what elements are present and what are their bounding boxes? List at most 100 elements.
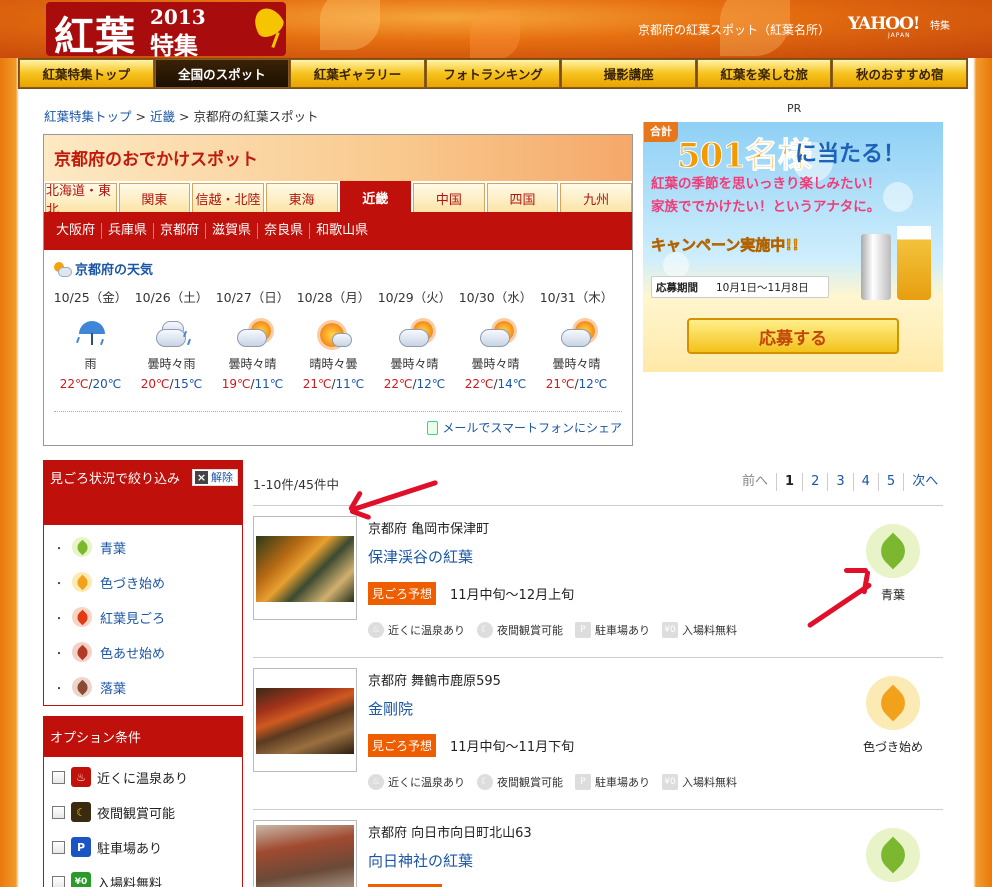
spot-thumbnail[interactable] [253, 668, 357, 772]
pager-page-4[interactable]: 4 [852, 473, 878, 491]
spot-name-link[interactable]: 保津渓谷の紅葉 [368, 546, 473, 567]
nav-item-photo-ranking[interactable]: フォトランキング [425, 59, 561, 88]
forecast-tag: 見ごろ予想 [368, 582, 437, 605]
result-item: 京都府 舞鶴市鹿原595 金剛院 見ごろ予想 11月中旬～11月下旬 ♨ 近くに温… [253, 658, 943, 810]
pref-link-kyoto[interactable]: 京都府 [154, 223, 207, 239]
cloudy-sunny-icon [557, 317, 597, 351]
nav-item-inn[interactable]: 秋のおすすめ宿 [832, 59, 968, 88]
parking-icon: P [575, 774, 591, 790]
close-icon: × [195, 471, 208, 484]
spot-thumbnail[interactable] [253, 820, 357, 887]
tab-chugoku[interactable]: 中国 [413, 183, 485, 213]
filter-item-rakuyo[interactable]: ・ 落葉 [54, 677, 126, 697]
pref-link-nara[interactable]: 奈良県 [258, 223, 311, 239]
filter-item-iroase[interactable]: ・ 色あせ始め [54, 642, 165, 662]
forecast-text: 雨 [84, 357, 97, 371]
night-checkbox[interactable] [52, 805, 65, 819]
pr-period-value: 10月1日～11月8日 [716, 282, 809, 294]
onsen-checkbox[interactable] [52, 770, 65, 784]
prefecture-links: 大阪府 兵庫県 京都府 滋賀県 奈良県 和歌山県 [44, 212, 632, 250]
tab-shinetsu-hokuriku[interactable]: 信越・北陸 [192, 183, 264, 213]
pr-banner[interactable]: 合計 501名様 に当たる！ 紅葉の季節を思いっきり楽しみたい！ 家族ででかけた… [643, 122, 943, 372]
tab-shikoku[interactable]: 四国 [486, 183, 559, 213]
breadcrumb-kinki-link[interactable]: 近畿 [150, 109, 175, 124]
logo-sub-text: 特集 [150, 31, 198, 58]
forecast-date: 10/29（火） [377, 290, 452, 305]
filter-label[interactable]: 色づき始め [100, 573, 165, 592]
option-night[interactable]: ☾ 夜間観賞可能 [52, 802, 175, 822]
tab-hokkaido-tohoku[interactable]: 北海道・東北 [45, 183, 117, 218]
spot-thumbnail[interactable] [253, 516, 357, 620]
parking-icon: P [575, 622, 591, 638]
free-checkbox[interactable] [52, 875, 65, 887]
nav-item-top[interactable]: 紅葉特集トップ [19, 59, 154, 88]
forecast-text: 曇時々晴 [471, 357, 520, 371]
pr-campaign-text: キャンペーン実施中!! [651, 236, 800, 255]
status-filter-panel: 見ごろ状況で絞り込み × 解除 ・ 青葉 ・ 色づき始め ・ 紅葉見ごろ ・ 色… [43, 460, 243, 706]
pref-link-osaka[interactable]: 大阪府 [50, 223, 103, 239]
sunny-cloudy-icon [314, 317, 354, 351]
pager-page-5[interactable]: 5 [877, 473, 903, 491]
filter-item-aoba[interactable]: ・ 青葉 [54, 537, 126, 557]
nav-item-photo-lesson[interactable]: 撮影講座 [561, 59, 696, 88]
tab-kinki[interactable]: 近畿 [339, 181, 412, 213]
pref-link-wakayama[interactable]: 和歌山県 [310, 223, 374, 239]
option-label: 近くに温泉あり [97, 771, 189, 787]
filter-label[interactable]: 紅葉見ごろ [100, 608, 165, 627]
leaf-status-label: 色づき始め [862, 740, 923, 754]
forecast-temp: 22℃/14℃ [464, 377, 527, 391]
share-to-smartphone-link[interactable]: メールでスマートフォンにシェア [427, 419, 622, 436]
filter-label[interactable]: 色あせ始め [100, 643, 165, 662]
nav-item-gallery[interactable]: 紅葉ギャラリー [290, 59, 425, 88]
leaf-decoration [470, 10, 520, 58]
forecast-temp: 21℃/11℃ [302, 377, 365, 391]
pager-page-2[interactable]: 2 [802, 473, 827, 491]
forecast-date: 10/30（水） [458, 290, 533, 305]
tab-tokai[interactable]: 東海 [265, 183, 338, 213]
parking-checkbox[interactable] [52, 840, 65, 854]
green-leaf-icon [72, 537, 92, 557]
pref-link-shiga[interactable]: 滋賀県 [206, 223, 259, 239]
ginkgo-leaf-icon [248, 2, 288, 42]
option-parking[interactable]: P 駐車場あり [52, 837, 162, 857]
weather-heading: 京都府の天気 [54, 259, 153, 278]
pref-link-hyogo[interactable]: 兵庫県 [102, 223, 155, 239]
filter-item-irodzuki[interactable]: ・ 色づき始め [54, 572, 165, 592]
feature-parking: P 駐車場あり [575, 774, 650, 790]
forecast-day: 10/29（火） 曇時々晴 22℃/12℃ [374, 287, 455, 391]
weather-title: 京都府の天気 [75, 263, 154, 278]
pr-winner-tail: に当たる！ [795, 142, 906, 167]
option-label: 入場料無料 [97, 876, 163, 887]
breadcrumb-top-link[interactable]: 紅葉特集トップ [44, 109, 132, 124]
pr-apply-button[interactable]: 応募する [687, 318, 899, 354]
pager-page-3[interactable]: 3 [827, 473, 852, 491]
filter-label[interactable]: 青葉 [100, 538, 126, 557]
logo-main-text: 紅葉 [54, 13, 136, 58]
pager-next[interactable]: 次へ [903, 473, 946, 491]
nav-item-spots[interactable]: 全国のスポット [154, 59, 290, 88]
site-logo[interactable]: 紅葉 2013 特集 [46, 2, 288, 58]
yahoo-japan-label: JAPAN [888, 32, 911, 39]
spot-features: ♨ 近くに温泉あり ☾ 夜間観賞可能 P 駐車場あり ¥0 入場料無料 [368, 622, 737, 638]
filter-label[interactable]: 落葉 [100, 678, 126, 697]
tab-kyushu[interactable]: 九州 [560, 183, 632, 213]
spot-panel-title: 京都府のおでかけスポット [44, 135, 632, 181]
tab-kanto[interactable]: 関東 [118, 183, 191, 213]
clear-filter-button[interactable]: × 解除 [192, 469, 238, 486]
forecast-text: 曇時々晴 [390, 357, 439, 371]
spot-name-link[interactable]: 金剛院 [368, 698, 413, 719]
option-onsen[interactable]: ♨ 近くに温泉あり [52, 767, 188, 787]
forecast-day: 10/30（水） 曇時々晴 22℃/14℃ [455, 287, 536, 391]
forecast-temp: 22℃/12℃ [383, 377, 446, 391]
pr-winner-count: 501名様 [677, 136, 813, 177]
spot-name-link[interactable]: 向日神社の紅葉 [368, 850, 473, 871]
pager-page-current: 1 [776, 473, 802, 491]
forecast-text: 晴時々曇 [309, 357, 358, 371]
forecast-day: 10/27（日） 曇時々晴 19℃/11℃ [212, 287, 293, 391]
yahoo-logo[interactable]: YAHOO! [848, 14, 920, 34]
nav-item-travel[interactable]: 紅葉を楽しむ旅 [696, 59, 832, 88]
forecast-temp: 20℃/15℃ [140, 377, 203, 391]
breadcrumb-separator: > [135, 109, 146, 124]
filter-item-migoro[interactable]: ・ 紅葉見ごろ [54, 607, 165, 627]
option-free[interactable]: ¥0 入場料無料 [52, 872, 162, 887]
